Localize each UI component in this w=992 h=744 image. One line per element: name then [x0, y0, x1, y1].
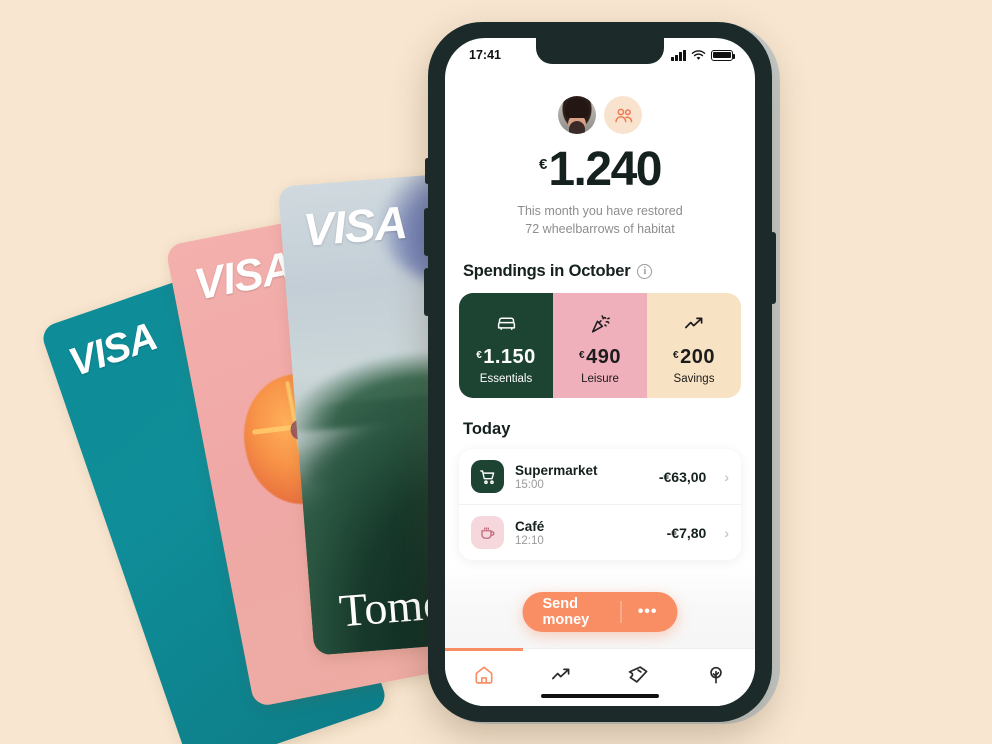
coffee-cup-icon	[471, 516, 504, 550]
spending-amount: € 1.150	[476, 346, 536, 369]
phone-screen: 17:41 € 1.240 This month you have restor…	[445, 38, 755, 706]
table-row[interactable]: Supermarket 15:00 -€63,00 ›	[459, 449, 741, 504]
balance-block: € 1.240	[445, 146, 755, 194]
sofa-icon	[496, 311, 517, 337]
shopping-cart-icon	[471, 460, 504, 494]
balance-caption: This month you have restored 72 wheelbar…	[445, 202, 755, 238]
party-icon	[589, 311, 611, 337]
phone-device: 17:41 € 1.240 This month you have restor…	[424, 22, 776, 722]
spendings-title: Spendings in October	[463, 262, 631, 281]
silence-switch[interactable]	[425, 158, 430, 184]
balance-amount: 1.240	[548, 143, 662, 196]
shared-account-button[interactable]	[604, 96, 642, 134]
spending-currency: €	[579, 349, 586, 361]
header-avatars	[445, 96, 755, 134]
transaction-amount: -€63,00	[658, 468, 707, 485]
visa-logo: VISA	[63, 314, 163, 386]
volume-up-button[interactable]	[424, 208, 430, 256]
spending-label: Leisure	[581, 372, 619, 385]
send-money-label: Send money	[542, 596, 590, 628]
tree-icon	[710, 666, 723, 684]
more-options-button[interactable]: •••	[622, 604, 674, 620]
wifi-icon	[691, 49, 706, 60]
transaction-name: Supermarket	[515, 462, 598, 478]
spendings-cards: € 1.150 Essentials € 490 Leisure € 200 S…	[459, 293, 741, 399]
people-icon	[614, 108, 632, 122]
spending-label: Essentials	[479, 372, 533, 385]
table-row[interactable]: Café 12:10 -€7,80 ›	[459, 504, 741, 560]
spending-value: 490	[586, 345, 621, 368]
status-time: 17:41	[469, 48, 501, 62]
balance-caption-line1: This month you have restored	[517, 204, 683, 218]
power-button[interactable]	[770, 232, 776, 304]
transaction-name: Café	[515, 518, 545, 534]
tab-impact[interactable]	[678, 649, 756, 706]
spending-card-savings[interactable]: € 200 Savings	[647, 293, 741, 399]
trending-icon	[551, 668, 570, 680]
avatar[interactable]	[558, 96, 596, 134]
home-icon	[475, 665, 493, 684]
battery-icon	[711, 49, 736, 61]
ticket-icon	[629, 666, 648, 683]
spending-currency: €	[673, 349, 680, 361]
balance-caption-line2: 72 wheelbarrows of habitat	[525, 222, 675, 237]
spending-currency: €	[476, 349, 483, 361]
chevron-right-icon: ›	[724, 524, 729, 541]
transactions-list: Supermarket 15:00 -€63,00 › Café 12:10 -…	[459, 449, 741, 561]
visa-logo: VISA	[190, 242, 297, 310]
send-money-button[interactable]: Send money •••	[522, 592, 678, 632]
transaction-time: 15:00	[515, 478, 544, 491]
info-icon[interactable]: i	[637, 264, 653, 280]
spending-card-leisure[interactable]: € 490 Leisure	[553, 293, 647, 399]
signal-bars-icon	[671, 49, 686, 61]
status-bar: 17:41	[445, 38, 755, 72]
transaction-time: 12:10	[515, 534, 544, 547]
transaction-amount: -€7,80	[666, 524, 707, 541]
trending-icon	[683, 311, 706, 337]
app-scroll-area[interactable]: € 1.240 This month you have restored 72 …	[445, 72, 755, 648]
spending-value: 1.150	[483, 345, 536, 368]
spending-card-essentials[interactable]: € 1.150 Essentials	[459, 293, 553, 399]
tab-home[interactable]	[445, 648, 523, 706]
visa-logo: VISA	[301, 195, 409, 256]
balance-currency: €	[539, 156, 548, 173]
today-title: Today	[463, 420, 511, 439]
spending-label: Savings	[673, 372, 715, 385]
home-indicator	[541, 693, 659, 698]
chevron-right-icon: ›	[724, 468, 729, 485]
volume-down-button[interactable]	[424, 268, 430, 316]
spending-value: 200	[680, 345, 715, 368]
spendings-header: Spendings in October i	[445, 262, 755, 281]
